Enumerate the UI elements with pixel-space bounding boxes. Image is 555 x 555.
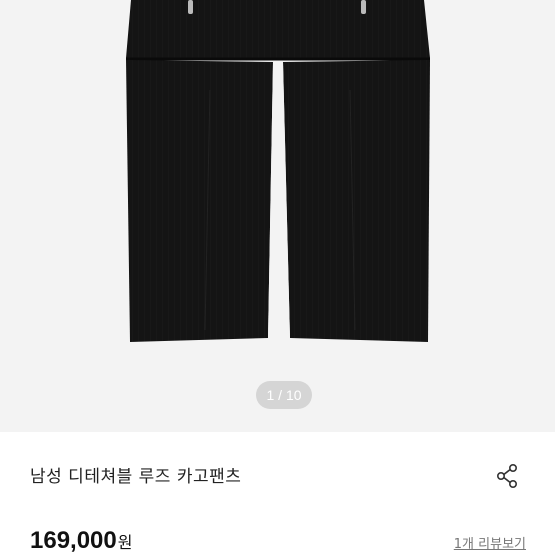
- product-price: 169,000원: [30, 527, 133, 555]
- review-link[interactable]: 1개 리뷰보기: [454, 533, 526, 552]
- share-icon: [496, 463, 518, 488]
- product-image-gallery[interactable]: 1 / 10: [0, 0, 555, 432]
- share-button[interactable]: [491, 460, 523, 492]
- price-value: 169,000: [30, 527, 117, 554]
- product-title: 남성 디테쳐블 루즈 카고팬츠: [30, 467, 242, 487]
- price-unit: 원: [117, 533, 133, 552]
- image-counter: 1 / 10: [256, 381, 312, 409]
- product-image: [126, 0, 430, 342]
